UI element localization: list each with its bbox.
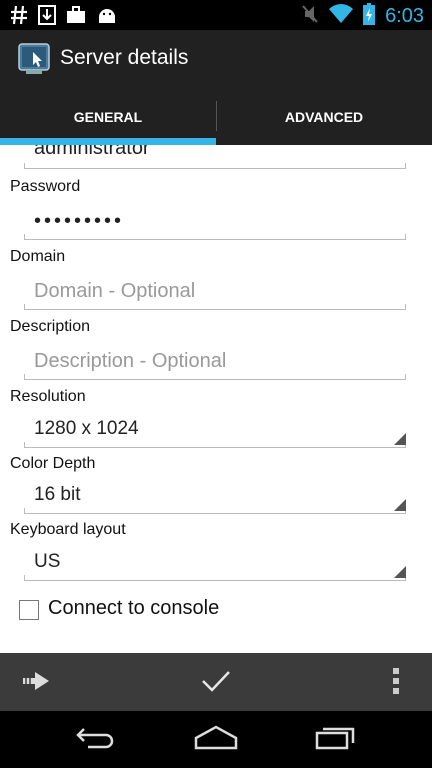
- resolution-label: Resolution: [10, 388, 86, 405]
- description-label: Description: [10, 318, 91, 335]
- mute-icon: [301, 4, 319, 29]
- overflow-menu-icon: [392, 667, 400, 700]
- domain-field[interactable]: Domain - Optional: [24, 280, 406, 310]
- checkmark-icon: [201, 669, 231, 698]
- keyboard-layout-value: US: [34, 551, 61, 572]
- tab-divider: [216, 101, 217, 131]
- recents-icon: [313, 724, 359, 755]
- form-scroll-area[interactable]: administrator Password ••••••••• Domain …: [0, 145, 432, 653]
- system-navigation-bar: [0, 711, 432, 768]
- spinner-underline: [24, 442, 406, 448]
- password-label: Password: [10, 178, 81, 195]
- resolution-spinner[interactable]: 1280 x 1024: [24, 418, 406, 448]
- description-field[interactable]: Description - Optional: [24, 350, 406, 380]
- tab-advanced[interactable]: ADVANCED: [216, 88, 432, 145]
- spinner-underline: [24, 508, 406, 514]
- page-title: Server details: [60, 46, 189, 69]
- domain-label: Domain: [10, 248, 66, 265]
- save-button[interactable]: [194, 661, 238, 705]
- wifi-icon: [329, 4, 354, 29]
- overflow-menu-button[interactable]: [374, 661, 418, 705]
- dropdown-arrow-icon: [394, 566, 406, 578]
- briefcase-icon: [66, 4, 86, 26]
- color-depth-spinner[interactable]: 16 bit: [24, 484, 406, 514]
- field-underline: [24, 304, 406, 310]
- dropdown-arrow-icon: [394, 433, 406, 445]
- home-button[interactable]: [186, 721, 246, 757]
- connect-to-console-label[interactable]: Connect to console: [48, 597, 219, 620]
- connect-button[interactable]: [14, 661, 58, 705]
- notification-icons: [10, 4, 118, 26]
- battery-icon: [363, 3, 376, 30]
- field-underline: [24, 374, 406, 380]
- android-icon: [96, 4, 118, 26]
- home-icon: [192, 724, 240, 755]
- spinner-underline: [24, 575, 406, 581]
- connect-arrow-icon: [21, 670, 51, 697]
- status-bar: 6:03: [0, 0, 432, 30]
- description-placeholder: Description - Optional: [34, 350, 227, 372]
- clock: 6:03: [385, 5, 424, 27]
- keyboard-layout-spinner[interactable]: US: [24, 551, 406, 581]
- color-depth-value: 16 bit: [34, 484, 81, 505]
- password-value: •••••••••: [34, 210, 125, 232]
- system-icons: 6:03: [301, 3, 424, 30]
- username-value: administrator: [34, 145, 150, 159]
- back-button[interactable]: [66, 721, 126, 757]
- keyboard-layout-label: Keyboard layout: [10, 521, 126, 538]
- username-field[interactable]: administrator: [24, 145, 406, 169]
- field-underline: [24, 163, 406, 169]
- resolution-value: 1280 x 1024: [34, 418, 139, 439]
- bottom-action-bar: [0, 653, 432, 711]
- field-underline: [24, 234, 406, 240]
- tab-selected-indicator: [0, 138, 216, 145]
- recents-button[interactable]: [306, 721, 366, 757]
- connect-to-console-checkbox[interactable]: [19, 600, 39, 620]
- app-icon[interactable]: [18, 43, 50, 75]
- back-icon: [74, 725, 118, 754]
- action-bar: Server details: [0, 30, 432, 88]
- domain-placeholder: Domain - Optional: [34, 280, 196, 302]
- dropdown-arrow-icon: [394, 499, 406, 511]
- hash-icon: [10, 4, 28, 26]
- color-depth-label: Color Depth: [10, 455, 96, 472]
- password-field[interactable]: •••••••••: [24, 210, 406, 240]
- tab-general[interactable]: GENERAL: [0, 88, 216, 145]
- download-icon: [38, 4, 56, 26]
